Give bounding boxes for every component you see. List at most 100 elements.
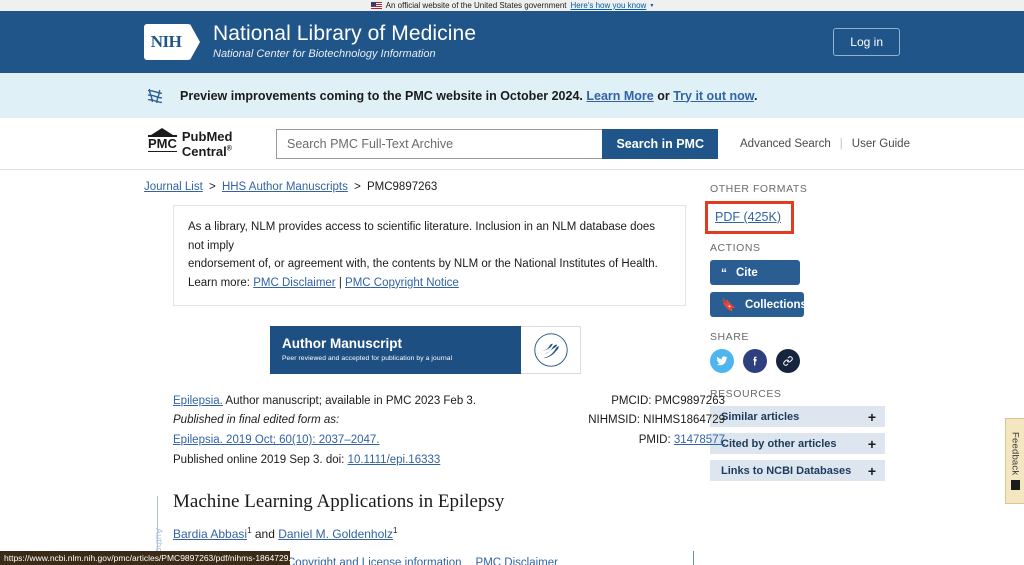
pmc-disclaimer-link[interactable]: PMC Disclaimer (253, 277, 335, 289)
preview-notice-text: Preview improvements coming to the PMC w… (180, 89, 757, 103)
author-list: Bardia Abbasi1 and Daniel M. Goldenholz1 (173, 526, 700, 541)
link-divider: | (839, 137, 843, 150)
nlm-disclaimer-box: As a library, NLM provides access to sci… (173, 205, 686, 306)
plus-icon-0: + (867, 408, 876, 425)
author-name-1: Bardia Abbasi (173, 526, 248, 541)
collections-button-label: Collections (744, 298, 807, 311)
author-link-1[interactable]: Bardia Abbasi (173, 527, 247, 541)
learn-more-link[interactable]: Learn More (586, 89, 653, 103)
pmcid-row: PMCID: PMC9897263 (588, 392, 725, 412)
gov-banner-text: An official website of the United States… (385, 1, 567, 10)
site-subtitle: National Center for Biotechnology Inform… (213, 47, 436, 60)
author-name-2: Daniel M. Goldenholz (278, 526, 393, 541)
breadcrumb-hhs-author-manuscripts[interactable]: HHS Author Manuscripts (222, 181, 348, 193)
authors-conjunction: and (251, 526, 279, 541)
pmc-search-bar: PMC PubMed Central® Search in PMC Advanc… (0, 118, 1024, 170)
nih-logo-group[interactable]: NIH National Library of Medicine Nationa… (144, 22, 476, 62)
dna-helix-icon (147, 88, 163, 103)
bookmark-icon: 🔖 (721, 297, 736, 312)
nih-logo-icon: NIH (144, 24, 200, 60)
gov-banner: An official website of the United States… (0, 0, 1024, 11)
share-buttons (710, 349, 1024, 373)
citation-full-line: Epilepsia. 2019 Oct; 60(10): 2037–2047. (173, 431, 553, 451)
nlm-disclaimer-line1: As a library, NLM provides access to sci… (188, 221, 656, 252)
breadcrumb-sep-2: > (354, 181, 361, 193)
us-flag-icon (370, 2, 382, 9)
try-it-out-link[interactable]: Try it out now (673, 89, 754, 103)
pmid-link[interactable]: 31478577 (674, 434, 725, 446)
plus-icon-2: + (867, 462, 876, 479)
citation-left: Epilepsia. Author manuscript; available … (173, 392, 553, 471)
quote-icon: “ (721, 265, 727, 280)
published-final-label: Published in final edited form as: (173, 414, 340, 427)
right-sidebar: OTHER FORMATS PDF (425K) ACTIONS “ Cite … (700, 181, 1024, 565)
breadcrumb: Journal List > HHS Author Manuscripts > … (144, 181, 700, 193)
search-button[interactable]: Search in PMC (602, 128, 718, 159)
doi-link[interactable]: 10.1111/epi.16333 (348, 454, 441, 466)
author-manuscript-subtitle: Peer reviewed and accepted for publicati… (282, 354, 453, 362)
site-title: National Library of Medicine (213, 22, 477, 46)
citation-identifiers: PMCID: PMC9897263 NIHMSID: NIHMS1864729 … (588, 392, 725, 451)
author-link-2[interactable]: Daniel M. Goldenholz (278, 527, 393, 541)
pipe-divider: | (338, 276, 342, 289)
other-formats-heading: OTHER FORMATS (710, 183, 808, 195)
facebook-icon[interactable] (743, 349, 767, 373)
resource-cited-by[interactable]: Cited by other articles + (710, 433, 885, 454)
twitter-icon[interactable] (710, 349, 734, 373)
link-icon[interactable] (776, 349, 800, 373)
preview-notice-bar: Preview improvements coming to the PMC w… (0, 73, 1024, 118)
actions-heading: ACTIONS (710, 242, 761, 254)
resource-label-0: Similar articles (721, 410, 800, 423)
advanced-search-link[interactable]: Advanced Search (740, 138, 831, 150)
how-you-know-link[interactable]: Here's how you know (571, 1, 647, 10)
citation-availability: Author manuscript; available in PMC 2023… (222, 394, 477, 407)
chevron-down-icon[interactable]: ▾ (650, 2, 653, 9)
notice-or: or (653, 88, 674, 103)
nih-header: NIH National Library of Medicine Nationa… (0, 11, 1024, 73)
resource-label-1: Cited by other articles (721, 437, 837, 450)
feedback-label: Feedback (1009, 431, 1021, 476)
user-guide-link[interactable]: User Guide (852, 138, 910, 150)
main-column: Journal List > HHS Author Manuscripts > … (0, 181, 725, 565)
pmc-logo-label: PubMed Central® (182, 129, 276, 159)
resource-label-2: Links to NCBI Databases (721, 464, 852, 477)
resources-heading: RESOURCES (710, 388, 782, 400)
text-cursor (693, 551, 694, 565)
breadcrumb-sep-1: > (209, 181, 216, 193)
status-bar-url: https://www.ncbi.nlm.nih.gov/pmc/article… (0, 551, 290, 565)
feedback-icon (1010, 480, 1020, 491)
copyright-license-toggle[interactable]: Copyright and License information (287, 557, 462, 565)
plus-icon-1: + (867, 435, 876, 452)
nlm-disclaimer-line2: endorsement of, or agreement with, the c… (188, 258, 658, 271)
hhs-seal-icon (533, 332, 568, 367)
published-online-label: Published online 2019 Sep 3. doi: (173, 453, 348, 466)
notice-period: . (754, 88, 758, 103)
pmc-disclaimer-link-2[interactable]: PMC Disclaimer (476, 557, 558, 565)
pmc-logo[interactable]: PMC PubMed Central® (148, 129, 276, 159)
search-input[interactable] (276, 128, 603, 159)
share-heading: SHARE (710, 331, 749, 343)
pdf-download-link[interactable]: PDF (425K) (715, 210, 781, 224)
breadcrumb-journal-list[interactable]: Journal List (144, 181, 203, 193)
nihmsid-value: NIHMS1864729 (643, 414, 725, 427)
journal-link[interactable]: Epilepsia. (173, 395, 223, 407)
cite-button[interactable]: “ Cite (710, 260, 800, 285)
feedback-tab[interactable]: Feedback (1005, 418, 1024, 504)
author-manuscript-title: Author Manuscript (282, 336, 402, 352)
pmc-copyright-notice-link[interactable]: PMC Copyright Notice (345, 277, 459, 289)
full-citation-link[interactable]: Epilepsia. 2019 Oct; 60(10): 2037–2047. (173, 434, 380, 446)
resource-similar-articles[interactable]: Similar articles + (710, 406, 885, 427)
resource-ncbi-links[interactable]: Links to NCBI Databases + (710, 460, 885, 481)
published-online-line: Published online 2019 Sep 3. doi: 10.111… (173, 451, 553, 471)
citation-block: Epilepsia. Author manuscript; available … (173, 392, 725, 471)
author-affil-2: 1 (392, 525, 398, 535)
login-button[interactable]: Log in (833, 28, 900, 56)
registered-mark: ® (226, 145, 232, 153)
collections-button[interactable]: 🔖 Collections (710, 292, 807, 317)
citation-journal-line: Epilepsia. Author manuscript; available … (173, 392, 553, 412)
nih-logo-text: NIH (150, 32, 182, 51)
pmid-label: PMID: (638, 434, 674, 447)
nihmsid-row: NIHMSID: NIHMS1864729 (588, 411, 725, 431)
pmc-logo-icon: PMC (148, 134, 177, 153)
page-body: Author Manuscript Journal List > HHS Aut… (0, 170, 1024, 565)
